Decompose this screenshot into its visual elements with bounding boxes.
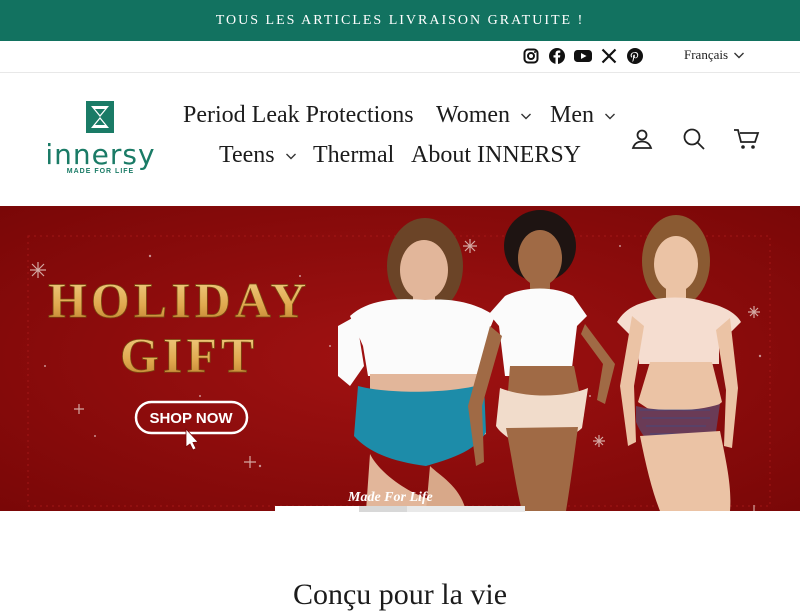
x-icon[interactable]: [600, 47, 618, 65]
nav-label: Teens: [219, 142, 275, 168]
logo[interactable]: innersy MADE FOR LIFE: [38, 101, 163, 179]
nav-about-innersy[interactable]: About INNERSY: [411, 142, 581, 169]
cart-icon[interactable]: [733, 127, 760, 156]
nav-period-leak-protections[interactable]: Period Leak Protections: [183, 102, 414, 129]
announcement-text: TOUS LES ARTICLES LIVRAISON GRATUITE !: [215, 12, 585, 28]
svg-text:Made For Life: Made For Life: [347, 490, 433, 505]
nav-label: Thermal: [313, 142, 395, 168]
chevron-down-icon: [734, 52, 745, 59]
nav-label: Period Leak Protections: [183, 102, 414, 128]
slider-pagination: [275, 506, 525, 512]
chevron-down-icon: [521, 113, 532, 119]
svg-text:GIFT: GIFT: [120, 327, 258, 383]
logo-wordmark: innersy: [45, 138, 156, 171]
pinterest-icon[interactable]: [626, 47, 644, 65]
youtube-icon[interactable]: [574, 47, 592, 65]
utility-bar: Français: [0, 41, 800, 73]
search-icon[interactable]: [682, 127, 706, 156]
nav-label: About INNERSY: [411, 142, 582, 168]
svg-text:HOLIDAY: HOLIDAY: [48, 272, 310, 328]
site-header: innersy MADE FOR LIFE Period Leak Protec…: [0, 73, 800, 205]
language-selector[interactable]: Français: [684, 47, 745, 63]
slide-indicator[interactable]: [359, 506, 407, 512]
nav-label: Men: [550, 102, 594, 128]
section-title: Conçu pour la vie: [292, 578, 508, 611]
chevron-down-icon: [285, 153, 296, 159]
chevron-down-icon: [605, 113, 615, 119]
slide-indicator-active[interactable]: [275, 506, 359, 512]
social-links: [522, 47, 644, 65]
logo-mark-icon: [86, 101, 114, 133]
instagram-icon[interactable]: [522, 47, 540, 65]
account-icon[interactable]: [630, 127, 654, 156]
facebook-icon[interactable]: [548, 47, 566, 65]
announcement-bar: TOUS LES ARTICLES LIVRAISON GRATUITE !: [0, 0, 800, 41]
hero-artwork: HOLIDAY GIFT SHOP NOW Made For Life: [0, 206, 800, 511]
svg-text:SHOP NOW: SHOP NOW: [149, 410, 233, 427]
hero-banner[interactable]: HOLIDAY GIFT SHOP NOW Made For Life: [0, 206, 800, 511]
logo-tagline: MADE FOR LIFE: [66, 168, 135, 175]
slide-indicator[interactable]: [407, 506, 525, 512]
nav-thermal[interactable]: Thermal: [313, 142, 394, 169]
nav-women[interactable]: Women: [436, 102, 532, 129]
nav-label: Women: [436, 102, 511, 128]
language-label: Français: [684, 47, 729, 62]
nav-teens[interactable]: Teens: [219, 142, 297, 169]
nav-men[interactable]: Men: [550, 102, 616, 129]
